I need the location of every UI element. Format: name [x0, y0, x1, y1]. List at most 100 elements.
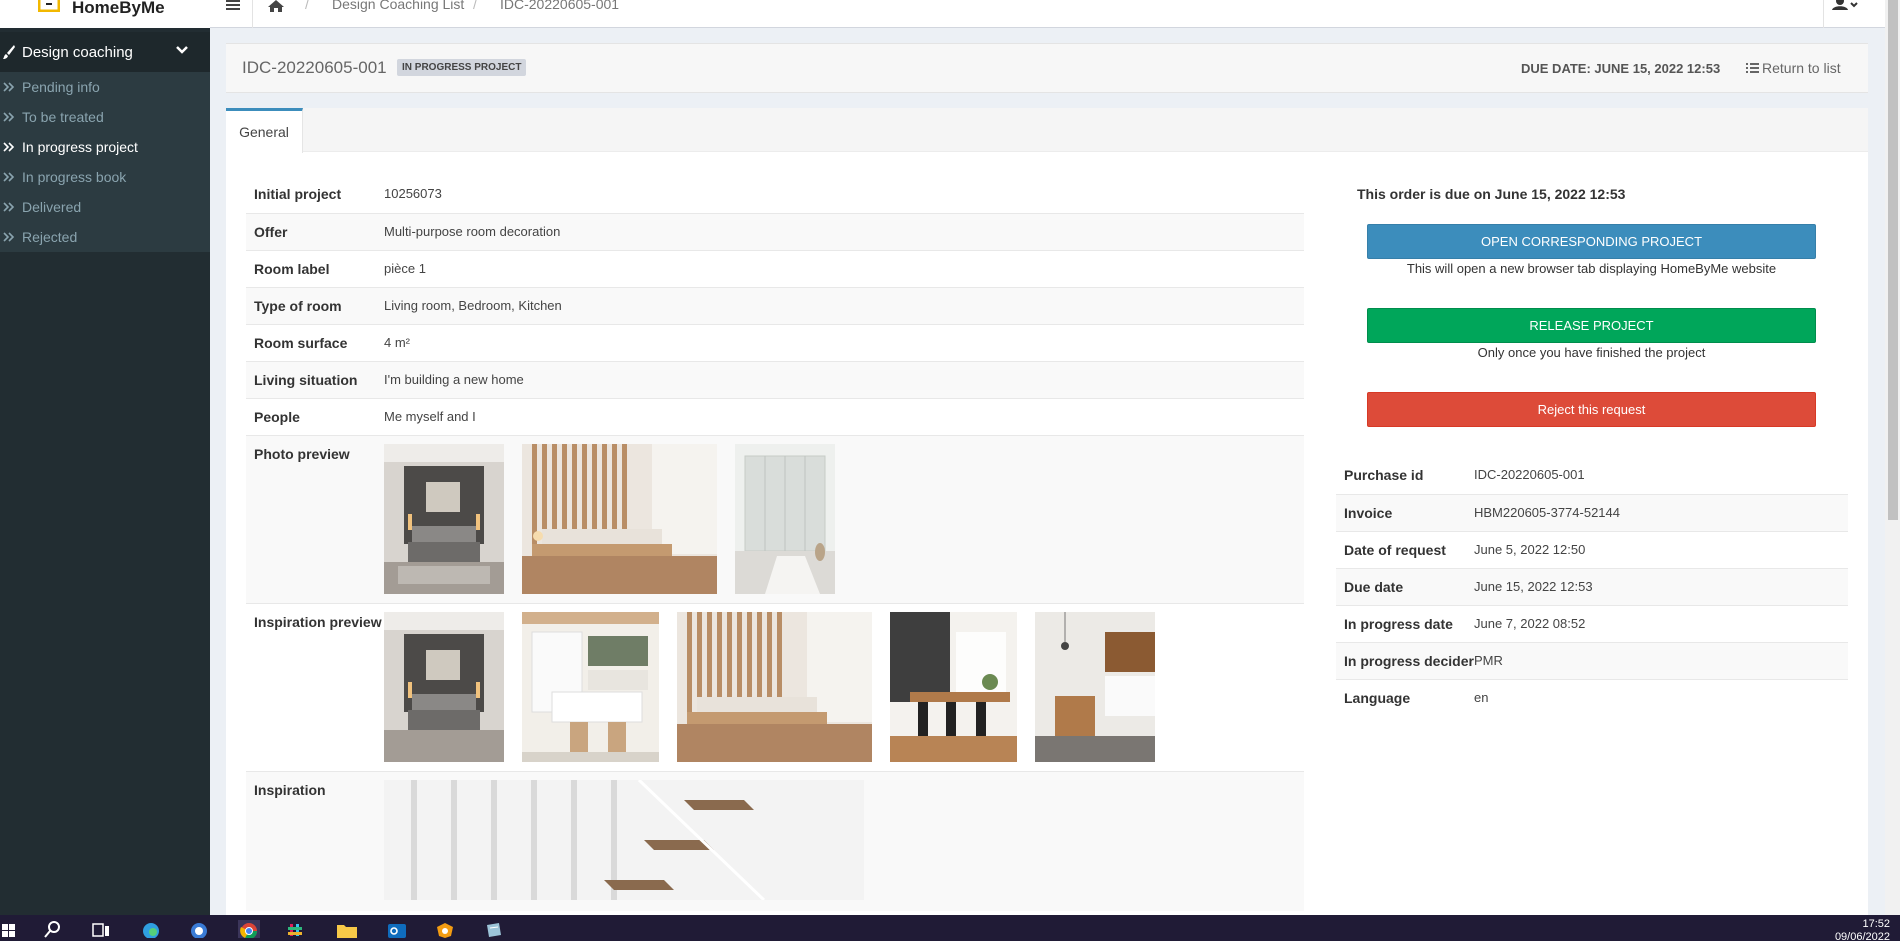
double-chevron-right-icon	[3, 112, 15, 122]
sidebar-item-label: To be treated	[22, 109, 104, 125]
release-project-note: Only once you have finished the project	[1477, 345, 1706, 360]
detail-value: 10256073	[384, 186, 442, 201]
detail-label: Type of room	[254, 298, 342, 314]
task-view-icon[interactable]	[90, 920, 112, 938]
sidebar-item-to-be-treated[interactable]: To be treated	[0, 102, 210, 132]
home-icon[interactable]	[268, 0, 284, 12]
info-label: Due date	[1344, 579, 1404, 595]
open-project-note: This will open a new browser tab display…	[1406, 261, 1777, 276]
sidebar-section-label: Design coaching	[22, 43, 133, 61]
windows-start-icon[interactable]	[2, 920, 24, 938]
info-value: June 5, 2022 12:50	[1474, 542, 1586, 557]
chrome-icon[interactable]	[238, 920, 260, 938]
detail-label: Living situation	[254, 372, 358, 388]
info-value: PMR	[1474, 653, 1503, 668]
detail-label: Initial project	[254, 186, 342, 202]
sidebar-item-in-progress-project[interactable]: In progress project	[0, 132, 210, 162]
sidebar-item-label: In progress project	[22, 139, 138, 155]
inspiration-thumbnail[interactable]	[890, 612, 1017, 762]
photo-thumbnail[interactable]	[735, 444, 835, 594]
inspiration-thumbnail[interactable]	[522, 612, 659, 762]
list-icon	[1746, 63, 1759, 73]
release-project-button[interactable]: RELEASE PROJECT	[1367, 308, 1816, 343]
detail-value: Me myself and I	[384, 409, 476, 424]
photo-thumbnail[interactable]	[384, 444, 504, 594]
app-shield-icon[interactable]	[434, 920, 456, 938]
detail-label: Inspiration	[254, 782, 326, 798]
hamburger-menu-icon[interactable]	[226, 0, 240, 10]
inspiration-thumbnail[interactable]	[1035, 612, 1155, 762]
tab-general[interactable]: General	[226, 108, 303, 153]
double-chevron-right-icon	[3, 82, 15, 92]
double-chevron-right-icon	[3, 172, 15, 182]
reject-request-button[interactable]: Reject this request	[1367, 392, 1816, 427]
table-row: Inspiration preview	[246, 603, 1304, 771]
table-row: Room label pièce 1	[246, 250, 1304, 287]
user-icon[interactable]	[1831, 0, 1859, 12]
breadcrumb-separator: /	[473, 0, 477, 12]
info-value: IDC-20220605-001	[1474, 467, 1585, 482]
info-value: June 7, 2022 08:52	[1474, 616, 1586, 631]
due-message: This order is due on June 15, 2022 12:53	[1357, 186, 1626, 202]
outlook-icon[interactable]	[386, 920, 408, 938]
breadcrumb-item-current: IDC-20220605-001	[500, 0, 620, 12]
sidebar-item-pending-info[interactable]: Pending info	[0, 72, 210, 102]
search-icon[interactable]	[42, 920, 64, 938]
table-row: Purchase id IDC-20220605-001	[1336, 457, 1848, 494]
clock-date: 09/06/2022	[1834, 931, 1890, 941]
table-row: Room surface 4 m²	[246, 324, 1304, 361]
info-label: In progress decider	[1344, 653, 1474, 669]
detail-label: Photo preview	[254, 446, 350, 462]
info-label: Language	[1344, 690, 1411, 706]
logo[interactable]: HomeByMe	[0, 0, 210, 28]
inspiration-thumbnail[interactable]	[677, 612, 872, 762]
open-project-button[interactable]: OPEN CORRESPONDING PROJECT	[1367, 224, 1816, 259]
sidebar-item-delivered[interactable]: Delivered	[0, 192, 210, 222]
scrollbar-thumb[interactable]	[1888, 0, 1898, 520]
inspiration-image[interactable]	[384, 778, 864, 902]
info-label: Date of request	[1344, 542, 1446, 558]
sidebar-item-label: Rejected	[22, 229, 78, 245]
sidebar: HomeByMe Design coaching Pending info To…	[0, 0, 210, 915]
notepad-icon[interactable]	[482, 920, 504, 938]
double-chevron-right-icon	[3, 142, 15, 152]
sidebar-item-label: Delivered	[22, 199, 82, 215]
detail-label: Inspiration preview	[254, 614, 382, 630]
sidebar-item-rejected[interactable]: Rejected	[0, 222, 210, 252]
os-taskbar: 17:52 09/06/2022	[0, 915, 1900, 941]
table-row: Initial project 10256073	[246, 176, 1304, 213]
logo-icon	[38, 0, 60, 12]
info-label: In progress date	[1344, 616, 1453, 632]
detail-value: pièce 1	[384, 261, 426, 276]
project-header: IDC-20220605-001 IN PROGRESS PROJECT DUE…	[226, 43, 1868, 93]
inspiration-preview-gallery	[384, 612, 1296, 763]
logo-text: HomeByMe	[72, 0, 165, 17]
photo-thumbnail[interactable]	[522, 444, 717, 594]
detail-label: Offer	[254, 224, 288, 240]
info-value: HBM220605-3774-52144	[1474, 505, 1620, 520]
inspiration-gallery	[384, 778, 1296, 903]
info-label: Purchase id	[1344, 467, 1424, 483]
project-details-table: Initial project 10256073 Offer Multi-pur…	[246, 176, 1304, 911]
sidebar-section-design-coaching[interactable]: Design coaching	[0, 32, 210, 72]
sidebar-menu: Pending info To be treated In progress p…	[0, 72, 210, 252]
sidebar-item-in-progress-book[interactable]: In progress book	[0, 162, 210, 192]
double-chevron-right-icon	[3, 202, 15, 212]
order-info-table: Purchase id IDC-20220605-001 Invoice HBM…	[1336, 457, 1848, 716]
chevron-down-icon[interactable]	[174, 42, 190, 58]
detail-label: People	[254, 409, 300, 425]
system-clock[interactable]: 17:52 09/06/2022	[1835, 918, 1890, 941]
double-chevron-right-icon	[3, 232, 15, 242]
inspiration-thumbnail[interactable]	[384, 612, 504, 762]
file-explorer-icon[interactable]	[336, 920, 358, 938]
info-label: Invoice	[1344, 505, 1393, 521]
breadcrumb-item-list[interactable]: Design Coaching List	[332, 0, 464, 12]
edge-browser-icon[interactable]	[140, 920, 162, 938]
due-date-label: DUE DATE: JUNE 15, 2022 12:53	[1521, 61, 1721, 76]
photo-preview-gallery	[384, 444, 1296, 595]
slack-icon[interactable]	[286, 920, 308, 938]
return-to-list-link[interactable]: Return to list	[1746, 60, 1841, 76]
edge-dev-icon[interactable]	[188, 920, 210, 938]
table-row: Inspiration	[246, 771, 1304, 911]
table-row: Type of room Living room, Bedroom, Kitch…	[246, 287, 1304, 324]
